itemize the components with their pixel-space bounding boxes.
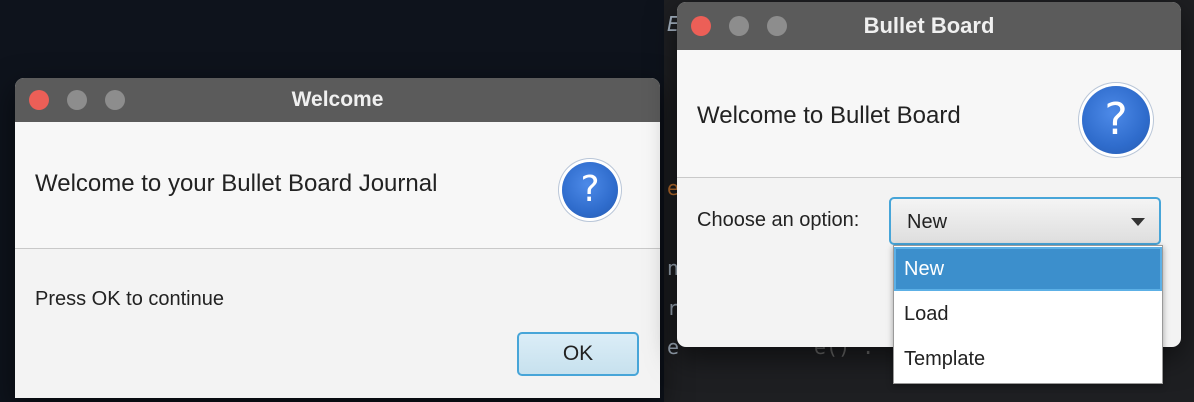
welcome-dialog: Welcome Welcome to your Bullet Board Jou…: [15, 78, 660, 398]
titlebar: Welcome: [15, 78, 660, 122]
dropdown-option-new[interactable]: New: [894, 247, 1162, 291]
question-icon: ?: [562, 162, 618, 218]
choose-option-label: Choose an option:: [697, 209, 860, 231]
option-combobox[interactable]: New: [889, 197, 1161, 245]
zoom-dot[interactable]: [767, 16, 787, 36]
dropdown-option-load[interactable]: Load: [894, 292, 1162, 336]
option-dropdown-list: New Load Template: [893, 245, 1163, 384]
header-text: Welcome to your Bullet Board Journal: [35, 170, 438, 197]
window-title: Welcome: [291, 88, 384, 111]
dialog-header: Welcome to your Bullet Board Journal ?: [15, 122, 660, 249]
ok-button[interactable]: OK: [517, 332, 639, 376]
window-controls: [29, 90, 125, 110]
header-text: Welcome to Bullet Board: [697, 102, 961, 129]
dialog-header: Welcome to Bullet Board ?: [677, 50, 1181, 178]
combobox-value: New: [907, 211, 948, 233]
minimize-dot[interactable]: [729, 16, 749, 36]
zoom-dot[interactable]: [105, 90, 125, 110]
minimize-dot[interactable]: [67, 90, 87, 110]
close-dot[interactable]: [29, 90, 49, 110]
close-dot[interactable]: [691, 16, 711, 36]
dropdown-arrow-icon[interactable]: [1131, 218, 1145, 226]
body-text: Press OK to continue: [35, 288, 224, 310]
window-controls: [691, 16, 787, 36]
question-icon: ?: [1082, 86, 1150, 154]
dropdown-option-template[interactable]: Template: [894, 337, 1162, 381]
window-title: Bullet Board: [863, 13, 995, 38]
titlebar: Bullet Board: [677, 2, 1181, 50]
